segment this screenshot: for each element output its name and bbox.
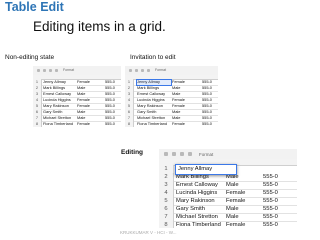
table-row[interactable]: 8 Fiona Timberland Female 555-0 [125, 121, 218, 127]
row-number: 8 [125, 121, 134, 127]
caption-invitation: Invitation to edit [130, 54, 176, 61]
screenshot-invitation: Format 1 Jenny Allmay Female 555-0 2 Mark Bill… [125, 66, 218, 127]
cell-phone[interactable]: 555-0 [105, 121, 121, 127]
row-number: 6 [159, 205, 174, 213]
cell-gender[interactable]: Female [226, 197, 262, 205]
cell-name[interactable]: Gary Smith [176, 205, 225, 213]
format-menu[interactable]: Format [199, 152, 213, 157]
cell-gender[interactable]: Female [77, 121, 104, 127]
redo-icon[interactable] [49, 69, 52, 72]
paint-format-icon[interactable] [147, 69, 150, 72]
cell-phone[interactable]: 555-0 [263, 189, 297, 197]
cell-gender[interactable]: Female [226, 189, 262, 197]
cell-phone[interactable]: 555-0 [263, 213, 297, 221]
cell-gender[interactable]: Male [226, 181, 262, 189]
table-row[interactable]: 8 Fiona Timberland Female 555-0 [33, 121, 121, 127]
format-menu[interactable]: Format [63, 68, 74, 72]
caption-non-editing: Non-editing state [5, 54, 55, 61]
redo-icon[interactable] [180, 152, 184, 156]
format-menu[interactable]: Format [155, 68, 166, 72]
row-number: 2 [159, 173, 174, 181]
cell-phone[interactable]: 555-0 [263, 221, 297, 228]
slide-footer: KRUKKUMAR V - HCI - W... [120, 230, 177, 235]
cell-phone[interactable]: 555-0 [263, 205, 297, 213]
undo-icon[interactable] [43, 69, 46, 72]
slide-subtitle: Editing items in a grid. [33, 19, 166, 34]
row-number: 8 [159, 221, 174, 228]
row-number: 3 [159, 181, 174, 189]
paint-format-icon[interactable] [188, 152, 192, 156]
cell-gender[interactable]: Male [226, 205, 262, 213]
cell-name[interactable]: Lucinda Higgins [176, 189, 225, 197]
cell-name[interactable]: Fiona Timberland [43, 121, 76, 127]
cell-gender[interactable]: Female [226, 221, 262, 228]
cell-name[interactable]: Fiona Timberland [137, 121, 171, 127]
cell-phone[interactable]: 555-0 [263, 181, 297, 189]
row-number: 7 [159, 213, 174, 221]
row-number: 4 [159, 189, 174, 197]
cell-phone[interactable]: 555-0 [202, 121, 218, 127]
cell-phone[interactable]: 555-0 [263, 173, 297, 181]
row-number: 1 [159, 165, 174, 173]
screenshot-editing: Format 2 Mark Billings Male 555-0 3 Ernest Cal… [159, 149, 297, 228]
undo-icon[interactable] [172, 152, 176, 156]
cell-phone[interactable]: 555-0 [263, 197, 297, 205]
print-icon[interactable] [164, 152, 168, 156]
print-icon[interactable] [37, 69, 40, 72]
cell-gender[interactable]: Female [172, 121, 201, 127]
row-number: 8 [33, 121, 42, 127]
cell-name[interactable]: Michael Stretton [176, 213, 225, 221]
invitation-hover-outline[interactable] [136, 79, 172, 86]
redo-icon[interactable] [141, 69, 144, 72]
paint-format-icon[interactable] [55, 69, 58, 72]
screenshot-non-editing: Format 1 Jenny Allmay Female 555-0 2 Mark Bill… [33, 66, 121, 127]
caption-editing: Editing [121, 149, 144, 156]
cell-name[interactable]: Mary Rakinson [176, 197, 225, 205]
editing-input[interactable]: Jenny Allmay [175, 164, 237, 175]
row-number: 5 [159, 197, 174, 205]
table-row[interactable]: 8 Fiona Timberland Female 555-0 [159, 221, 297, 228]
slide-title: Table Edit [5, 0, 64, 14]
cell-name[interactable]: Fiona Timberland [176, 221, 225, 228]
undo-icon[interactable] [135, 69, 138, 72]
cell-gender[interactable]: Male [226, 213, 262, 221]
cell-name[interactable]: Ernest Calloway [176, 181, 225, 189]
print-icon[interactable] [129, 69, 132, 72]
